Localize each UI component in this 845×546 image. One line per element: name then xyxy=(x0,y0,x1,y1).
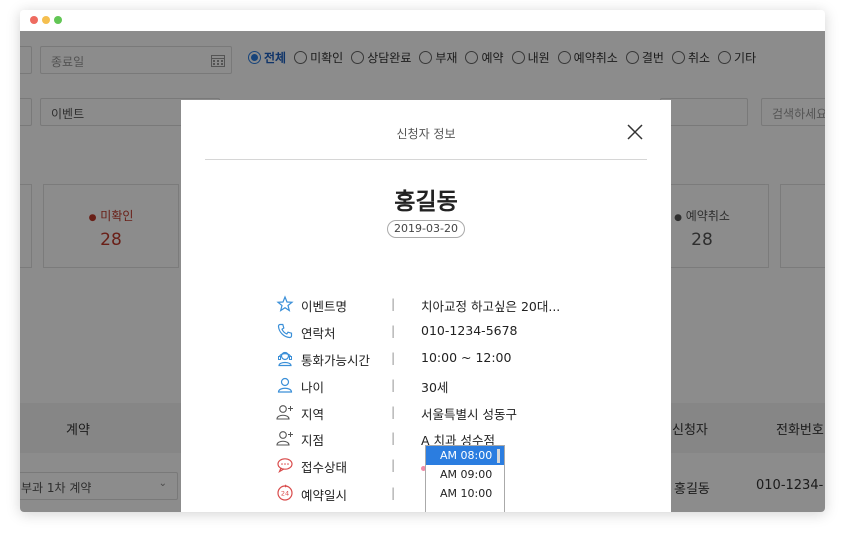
field-key: 지역 xyxy=(301,407,325,422)
maximize-window-dot[interactable] xyxy=(54,16,62,24)
field-separator: | xyxy=(391,323,396,338)
reservation-time-dropdown[interactable]: AM 08:00 AM 09:00 AM 10:00 xyxy=(425,445,505,512)
time-option[interactable]: AM 09:00 xyxy=(426,465,504,484)
field-key: 접수상태 xyxy=(301,460,348,475)
field-value: 30세 xyxy=(421,380,449,395)
person-icon xyxy=(277,377,293,393)
modal-title: 신청자 정보 xyxy=(396,127,456,141)
field-row-contact: 연락처 | 010-1234-5678 xyxy=(276,321,636,343)
modal-divider xyxy=(205,159,647,160)
field-value: 10:00 ~ 12:00 xyxy=(421,350,512,365)
field-separator: | xyxy=(391,430,396,445)
field-key: 통화가능시간 xyxy=(301,353,371,368)
field-separator: | xyxy=(391,485,396,500)
field-key: 예약일시 xyxy=(301,488,348,503)
time-option[interactable]: AM 08:00 xyxy=(426,446,504,465)
person-add-icon xyxy=(276,431,293,446)
dropdown-scrollbar[interactable] xyxy=(497,449,500,463)
time-option[interactable]: AM 10:00 xyxy=(426,484,504,503)
field-row-event: 이벤트명 | 치아교정 하고싶은 20대... xyxy=(276,294,636,316)
field-value: 치아교정 하고싶은 20대... xyxy=(421,299,561,314)
close-window-dot[interactable] xyxy=(30,16,38,24)
application-date-badge: 2019-03-20 xyxy=(387,220,465,238)
field-row-call-time: 통화가능시간 | 10:00 ~ 12:00 xyxy=(276,348,636,370)
minimize-window-dot[interactable] xyxy=(42,16,50,24)
field-value: 서울특별시 성동구 xyxy=(421,407,517,422)
page-content: 종료일 전체 미확인 상담완료 부재 예약 내원 예약취소 결번 취소 기타 이벤트 검색하세요 … xyxy=(20,31,825,512)
headset-icon xyxy=(278,351,292,367)
field-key: 나이 xyxy=(301,380,325,395)
applicant-info-modal: 신청자 정보 홍길동 2019-03-20 이벤트명 | 치아교정 하고싶은 2… xyxy=(181,100,671,512)
field-separator: | xyxy=(391,296,396,311)
star-icon xyxy=(276,295,294,312)
browser-window: 종료일 전체 미확인 상담완료 부재 예약 내원 예약취소 결번 취소 기타 이벤트 검색하세요 … xyxy=(20,10,825,512)
field-key: 연락처 xyxy=(301,326,336,341)
svg-text:24: 24 xyxy=(281,490,289,498)
field-key: 이벤트명 xyxy=(301,299,348,314)
field-separator: | xyxy=(391,377,396,392)
field-separator: | xyxy=(391,457,396,472)
chat-icon xyxy=(277,458,293,473)
title-bar xyxy=(20,10,825,31)
clock-24-icon: 24 xyxy=(277,484,293,501)
field-separator: | xyxy=(391,350,396,365)
field-key: 지점 xyxy=(301,433,325,448)
field-separator: | xyxy=(391,404,396,419)
person-add-icon xyxy=(276,405,293,420)
field-row-region: 지역 | 서울특별시 성동구 xyxy=(276,402,636,424)
phone-icon xyxy=(277,323,293,339)
applicant-name: 홍길동 xyxy=(394,189,458,215)
field-value: 010-1234-5678 xyxy=(421,323,518,338)
close-icon[interactable] xyxy=(625,122,645,142)
field-row-age: 나이 | 30세 xyxy=(276,375,636,397)
